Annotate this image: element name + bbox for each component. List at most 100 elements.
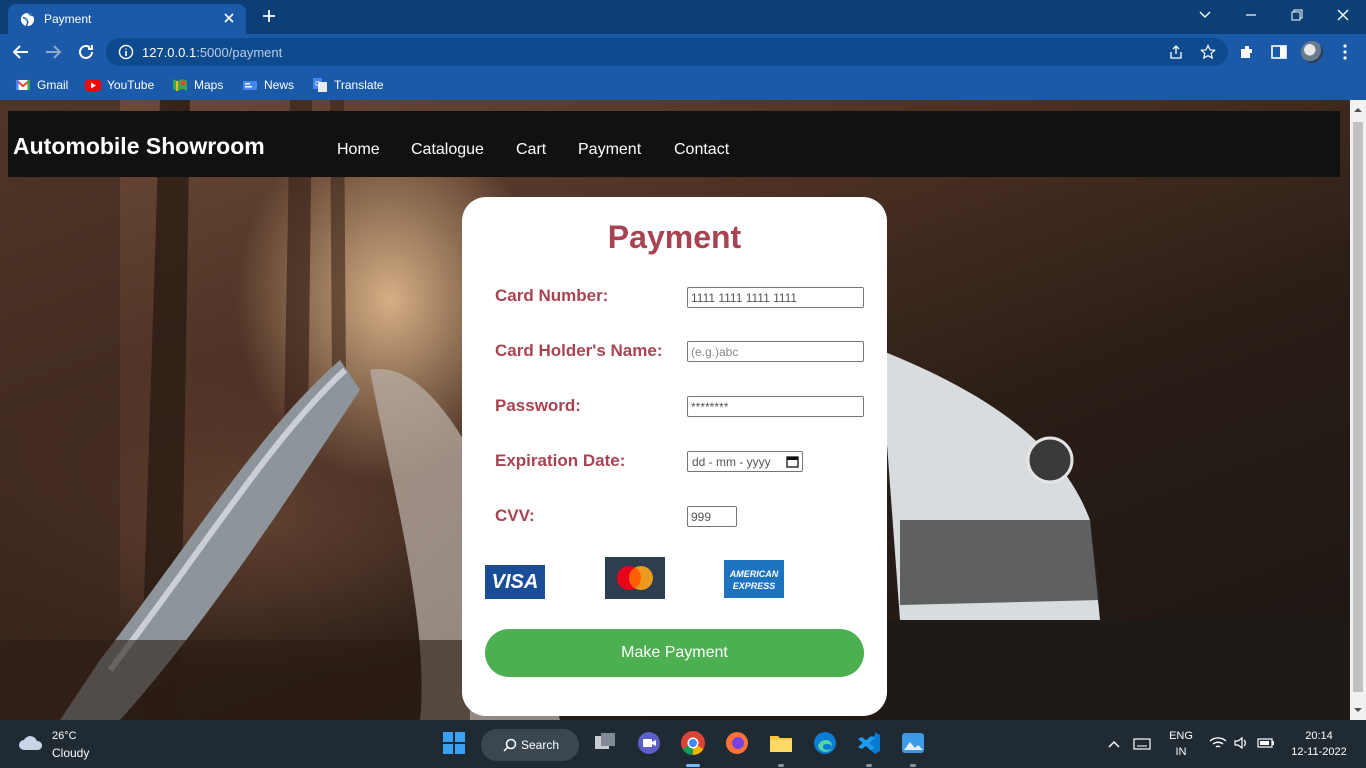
wifi-icon[interactable]	[1209, 735, 1227, 751]
vscode-icon[interactable]	[856, 730, 882, 756]
profile-avatar[interactable]	[1301, 41, 1323, 63]
youtube-icon	[85, 80, 101, 91]
mastercard-circles-icon	[617, 566, 653, 590]
minimize-icon[interactable]	[1244, 8, 1258, 22]
new-tab-icon[interactable]	[262, 9, 276, 23]
tab-payment[interactable]: Payment	[8, 4, 246, 34]
photos-running-indicator	[910, 764, 916, 767]
battery-icon[interactable]	[1256, 735, 1276, 751]
tab-search-icon[interactable]	[1198, 8, 1212, 22]
amex-logo: AMERICAN EXPRESS	[724, 560, 784, 598]
nav-payment[interactable]: Payment	[578, 141, 641, 159]
tab-strip: Payment	[0, 0, 1366, 34]
restore-icon[interactable]	[1290, 8, 1304, 22]
search-label: Search	[521, 738, 560, 752]
close-icon[interactable]	[222, 11, 236, 25]
chrome-icon[interactable]	[680, 730, 706, 756]
chevron-up-icon[interactable]	[1106, 736, 1122, 752]
meet-icon[interactable]	[636, 730, 662, 756]
page-scrollbar[interactable]	[1350, 100, 1366, 720]
menu-kebab-icon[interactable]	[1336, 43, 1354, 61]
url-host: 127.0.0.1	[142, 45, 197, 60]
nav-catalogue[interactable]: Catalogue	[411, 141, 484, 159]
volume-icon[interactable]	[1233, 735, 1249, 751]
maps-icon	[173, 79, 187, 91]
reload-icon[interactable]	[77, 43, 95, 61]
browser-toolbar: 127.0.0.1:5000/payment	[0, 34, 1366, 70]
bookmark-translate[interactable]: G Translate	[312, 76, 384, 94]
bookmark-star-icon[interactable]	[1200, 44, 1216, 60]
search-icon	[503, 738, 517, 752]
clock-date[interactable]: 12-11-2022	[1286, 746, 1352, 758]
page-viewport: Automobile Showroom Home Catalogue Cart …	[0, 100, 1350, 720]
edge-icon[interactable]	[812, 730, 838, 756]
cvv-input[interactable]	[687, 506, 737, 527]
vscode-running-indicator	[866, 764, 872, 767]
svg-text:G: G	[315, 81, 320, 88]
url-path: :5000/payment	[196, 45, 283, 60]
photos-icon[interactable]	[900, 730, 926, 756]
scroll-thumb[interactable]	[1353, 122, 1363, 692]
keyboard-icon[interactable]	[1133, 736, 1151, 752]
amex-line-1: AMERICAN	[729, 569, 779, 579]
taskbar-search[interactable]: Search	[481, 729, 579, 761]
url-text: 127.0.0.1:5000/payment	[142, 45, 282, 60]
payment-card: Payment Card Number: Card Holder's Name:…	[462, 197, 887, 716]
cvv-label: CVV:	[495, 506, 535, 525]
expiry-label: Expiration Date:	[495, 451, 626, 470]
windows-start-icon[interactable]	[441, 730, 467, 756]
bookmark-label: Gmail	[37, 78, 69, 92]
make-payment-button[interactable]: Make Payment	[485, 629, 864, 677]
explorer-running-indicator	[778, 764, 784, 767]
weather-description[interactable]: Cloudy	[52, 746, 89, 760]
nav-contact[interactable]: Contact	[674, 141, 729, 159]
share-icon[interactable]	[1168, 44, 1184, 60]
card-number-input[interactable]	[687, 287, 864, 308]
bookmark-label: Translate	[334, 78, 384, 92]
holder-name-input[interactable]	[687, 341, 864, 362]
amex-line-2: EXPRESS	[732, 581, 776, 591]
file-explorer-icon[interactable]	[768, 730, 794, 756]
bookmark-news[interactable]: News	[242, 76, 294, 94]
back-icon[interactable]	[12, 43, 30, 61]
bookmark-maps[interactable]: Maps	[172, 76, 223, 94]
gmail-icon	[15, 79, 31, 90]
expiry-placeholder: dd - mm - yyyy	[692, 455, 771, 469]
site-info-icon[interactable]	[118, 44, 134, 60]
scroll-up-icon[interactable]	[1354, 106, 1362, 114]
site-navbar: Automobile Showroom Home Catalogue Cart …	[8, 111, 1340, 177]
bookmark-label: Maps	[194, 78, 224, 92]
password-input[interactable]	[687, 396, 864, 417]
nav-home[interactable]: Home	[337, 141, 380, 159]
bookmarks-bar: Gmail YouTube Maps News G Translate	[0, 70, 1366, 100]
tab-title: Payment	[44, 12, 92, 26]
language-region[interactable]: IN	[1164, 746, 1198, 758]
address-bar[interactable]: 127.0.0.1:5000/payment	[106, 38, 1228, 66]
language-code[interactable]: ENG	[1164, 730, 1198, 742]
side-panel-icon[interactable]	[1270, 43, 1288, 61]
mastercard-logo	[605, 557, 665, 599]
bookmark-youtube[interactable]: YouTube	[85, 76, 154, 94]
firefox-icon[interactable]	[724, 730, 750, 756]
task-view-icon[interactable]	[592, 730, 618, 756]
holder-name-label: Card Holder's Name:	[495, 341, 663, 360]
cloud-icon	[19, 736, 43, 750]
site-brand[interactable]: Automobile Showroom	[13, 133, 265, 160]
extensions-icon[interactable]	[1238, 43, 1256, 61]
scroll-down-icon[interactable]	[1354, 706, 1362, 714]
calendar-icon[interactable]	[786, 455, 799, 468]
weather-temperature[interactable]: 26°C	[52, 730, 77, 742]
forward-icon[interactable]	[44, 43, 62, 61]
expiry-date-input[interactable]: dd - mm - yyyy	[687, 451, 803, 472]
globe-icon	[20, 12, 35, 27]
bookmark-gmail[interactable]: Gmail	[15, 76, 68, 94]
clock-time[interactable]: 20:14	[1286, 730, 1352, 742]
translate-icon: G	[313, 78, 327, 92]
news-icon	[243, 81, 257, 90]
nav-cart[interactable]: Cart	[516, 141, 546, 159]
window-close-icon[interactable]	[1336, 8, 1350, 22]
card-number-label: Card Number:	[495, 286, 609, 305]
bookmark-label: News	[264, 78, 295, 92]
bookmark-label: YouTube	[107, 78, 155, 92]
visa-logo: VISA	[485, 565, 545, 599]
